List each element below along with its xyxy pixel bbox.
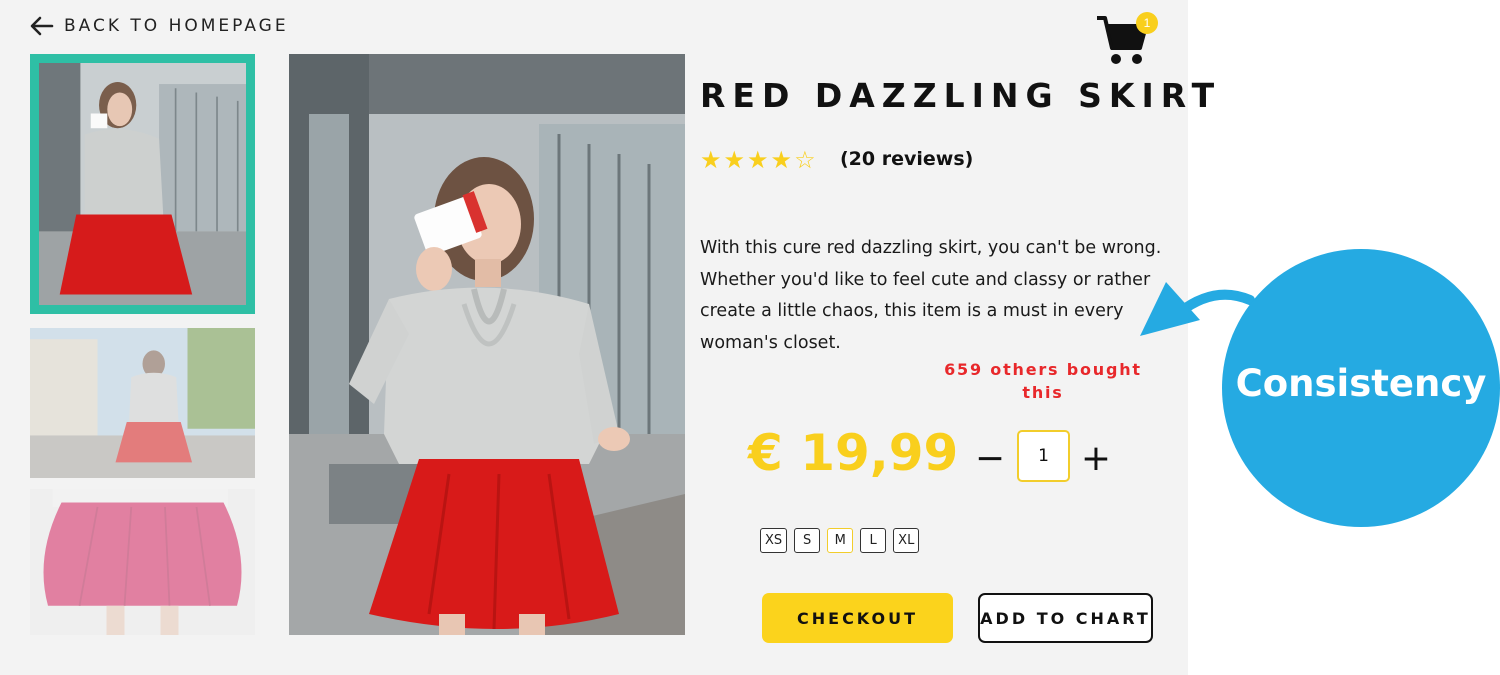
rating-stars: ★ ★ ★ ★ ☆	[700, 147, 816, 173]
star-filled-icon: ★	[747, 146, 769, 174]
size-option-l[interactable]: L	[860, 528, 887, 553]
thumbnail-3[interactable]	[30, 489, 255, 635]
cart-button[interactable]: 1	[1096, 10, 1162, 68]
product-price: € 19,99	[748, 424, 959, 482]
star-filled-icon: ★	[700, 146, 722, 174]
back-link-label: BACK TO HOMEPAGE	[64, 16, 289, 36]
thumbnail-2[interactable]	[30, 328, 255, 478]
back-to-homepage-link[interactable]: BACK TO HOMEPAGE	[30, 12, 289, 40]
thumbnail-image-1	[39, 63, 246, 305]
thumbnail-image-3	[30, 489, 255, 635]
arrow-left-icon	[30, 16, 54, 36]
product-description: With this cure red dazzling skirt, you c…	[700, 238, 1162, 353]
minus-icon: −	[974, 437, 1006, 479]
size-option-xl[interactable]: XL	[893, 528, 920, 553]
cart-count-badge: 1	[1136, 12, 1158, 34]
product-title: RED DAZZLING SKIRT	[700, 76, 1222, 115]
size-selector: XS S M L XL	[760, 528, 920, 553]
thumbnail-1[interactable]	[30, 54, 255, 314]
size-option-m[interactable]: M	[827, 528, 854, 553]
add-to-cart-button[interactable]: ADD TO CHART	[978, 593, 1153, 643]
thumbnail-image-2	[30, 328, 255, 478]
main-product-image	[289, 54, 685, 635]
annotation-label: Consistency	[1235, 361, 1487, 405]
quantity-decrease-button[interactable]: −	[972, 436, 1008, 480]
plus-icon: +	[1080, 437, 1112, 479]
size-option-xs[interactable]: XS	[760, 528, 788, 553]
social-proof-label: 659 others bought this	[944, 360, 1142, 402]
reviews-link[interactable]: (20 reviews)	[840, 148, 973, 170]
annotation-badge: Consistency	[1222, 249, 1500, 527]
star-outline-icon: ☆	[794, 146, 816, 174]
quantity-increase-button[interactable]: +	[1078, 436, 1114, 480]
main-photo-illustration	[289, 54, 685, 635]
quantity-input[interactable]	[1017, 430, 1070, 482]
checkout-button[interactable]: CHECKOUT	[762, 593, 953, 643]
product-panel: BACK TO HOMEPAGE 1 RED DAZZLING SKIRT ★ …	[0, 0, 1222, 675]
star-filled-icon: ★	[723, 146, 746, 174]
size-option-s[interactable]: S	[794, 528, 821, 553]
star-filled-icon: ★	[770, 146, 793, 174]
